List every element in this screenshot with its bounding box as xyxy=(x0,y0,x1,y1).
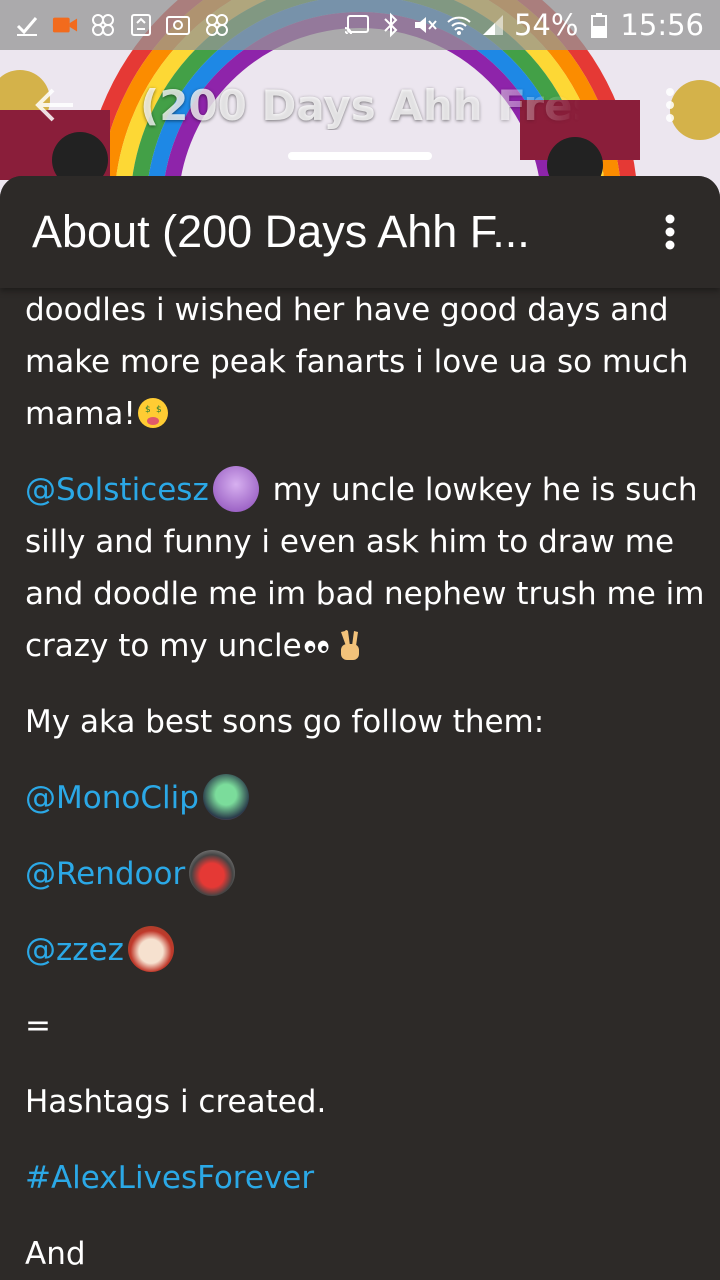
eyes-emoji-icon xyxy=(304,640,329,653)
page-title: (200 Days Ahh Fres xyxy=(140,80,580,130)
svg-text:$: $ xyxy=(156,405,162,415)
more-vertical-icon xyxy=(665,214,675,250)
mute-icon xyxy=(412,12,438,38)
sheet-header: About (200 Days Ahh F... xyxy=(0,176,720,288)
battery-percent: 54% xyxy=(513,8,579,42)
mention-row: @MonoClip xyxy=(25,772,705,824)
more-options-button[interactable] xyxy=(650,70,690,140)
avatar[interactable] xyxy=(212,465,259,512)
more-vertical-icon xyxy=(666,88,674,122)
avatar[interactable] xyxy=(189,849,236,896)
pinwheel-icon xyxy=(204,12,230,38)
signal-icon xyxy=(480,12,506,38)
paragraph: @Solsticesz my uncle lowkey he is such s… xyxy=(25,464,705,672)
clock: 15:56 xyxy=(620,8,704,42)
mention-row: @Rendoor xyxy=(25,848,705,900)
recycle-icon xyxy=(128,12,154,38)
status-bar: 54% 15:56 xyxy=(0,0,720,50)
cast-icon xyxy=(344,12,370,38)
pinwheel-icon xyxy=(90,12,116,38)
paragraph: And xyxy=(25,1236,86,1272)
mention-row: @zzez xyxy=(25,924,705,976)
top-app-bar: (200 Days Ahh Fres xyxy=(0,55,720,155)
sheet-title: About (200 Days Ahh F... xyxy=(32,206,530,257)
mention-link[interactable]: @Solsticesz xyxy=(25,472,209,508)
about-sheet: About (200 Days Ahh F... doodles i wishe… xyxy=(0,176,720,1280)
paragraph: doodles i wished her have good days and … xyxy=(25,284,705,440)
victory-hand-emoji-icon xyxy=(340,629,359,660)
paragraph: Hashtags i created. xyxy=(25,1084,327,1120)
check-icon xyxy=(14,12,40,38)
hashtag-link[interactable]: #AlexLivesForever xyxy=(25,1160,314,1196)
battery-icon xyxy=(586,12,612,38)
paragraph: My aka best sons go follow them: xyxy=(25,704,545,740)
avatar[interactable] xyxy=(202,773,249,820)
back-arrow-icon xyxy=(35,88,73,122)
avatar[interactable] xyxy=(127,925,174,972)
paragraph-text: doodles i wished her have good days and … xyxy=(25,292,689,432)
mention-link[interactable]: @Rendoor xyxy=(25,856,185,892)
sheet-more-button[interactable] xyxy=(650,197,690,267)
mention-link[interactable]: @MonoClip xyxy=(25,780,199,816)
back-button[interactable] xyxy=(20,70,90,140)
video-camera-icon xyxy=(52,12,78,38)
svg-text:$: $ xyxy=(145,405,151,415)
wifi-icon xyxy=(446,12,472,38)
bluetooth-icon xyxy=(378,12,404,38)
money-mouth-emoji-icon: $ $ xyxy=(137,397,168,428)
mention-link[interactable]: @zzez xyxy=(25,932,124,968)
separator-text: = xyxy=(25,1008,51,1044)
about-content: doodles i wished her have good days and … xyxy=(25,284,705,1280)
hashtag-row: #AlexLivesForever xyxy=(25,1152,705,1204)
gallery-icon xyxy=(166,12,192,38)
sheet-drag-handle[interactable] xyxy=(288,152,432,160)
